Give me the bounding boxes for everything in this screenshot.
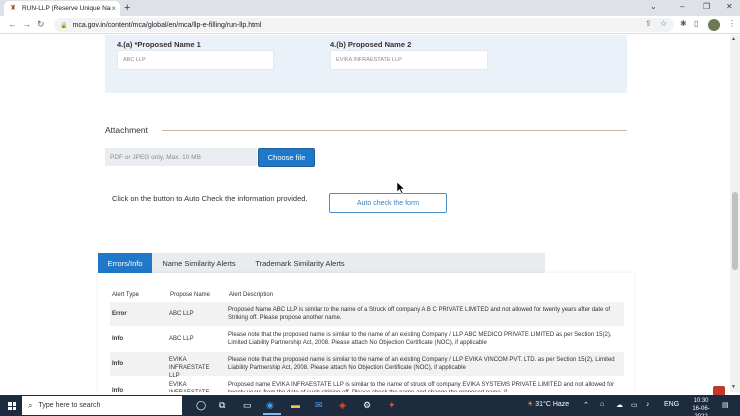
file-input[interactable]: PDF or JPEG only, Max. 10 MB bbox=[105, 148, 257, 166]
tab-name-similarity-alerts[interactable]: Name Similarity Alerts bbox=[157, 253, 241, 273]
mail-icon[interactable]: ✉ bbox=[315, 400, 323, 411]
clock-time: 10:30 bbox=[693, 398, 709, 404]
auto-check-button[interactable]: Auto check the form bbox=[329, 193, 447, 213]
column-header-propose-name: Propose Name bbox=[170, 292, 211, 298]
search-icon: ⌕ bbox=[28, 400, 33, 410]
taskbar-search-placeholder: Type here to search bbox=[38, 402, 101, 409]
weather-text: 31°C Haze bbox=[535, 401, 570, 408]
auto-check-instruction: Click on the button to Auto Check the in… bbox=[112, 194, 308, 203]
sun-icon: ☀ bbox=[527, 401, 534, 408]
new-tab-button[interactable]: + bbox=[124, 2, 130, 14]
bookmark-star-icon[interactable]: ☆ bbox=[660, 19, 667, 28]
column-header-alert-description: Alert Description bbox=[229, 292, 274, 298]
proposed-name-2-label: 4.(b) Proposed Name 2 bbox=[330, 40, 412, 49]
alert-type: Info bbox=[112, 388, 123, 392]
alert-description: Proposed name EVIKA INFRAESTATE LLP is s… bbox=[228, 382, 615, 392]
url-bar[interactable]: 🔒 mca.gov.in/content/mca/global/en/mca/l… bbox=[54, 18, 674, 32]
attachment-divider bbox=[162, 130, 627, 131]
language-indicator[interactable]: ENG bbox=[664, 401, 679, 408]
search-highlight-icon[interactable]: ⛰ bbox=[158, 400, 166, 411]
proposed-name-2-input[interactable]: EVIKA INFRAESTATE LLP bbox=[330, 50, 488, 70]
table-row: Info ABC LLP Please note that the propos… bbox=[110, 327, 624, 351]
taskbar-clock[interactable]: 10:30 16-06-2022 bbox=[686, 397, 716, 416]
teams-chat-icon[interactable]: ▭ bbox=[243, 400, 252, 411]
battery-icon[interactable]: ▭ bbox=[631, 401, 638, 409]
tab-title: RUN-LLP (Reserve Unique Name) bbox=[22, 5, 111, 12]
propose-name: ABC LLP bbox=[169, 336, 194, 342]
chrome-icon[interactable]: ◉ bbox=[266, 400, 274, 411]
tab-errors-info[interactable]: Errors/Info bbox=[98, 253, 152, 273]
propose-name: EVIKA INFRAESTATE LLP bbox=[169, 382, 209, 392]
mouse-cursor-icon bbox=[397, 182, 405, 194]
extensions-icon[interactable]: ✱ bbox=[680, 19, 687, 28]
alert-description: Please note that the proposed name is si… bbox=[228, 332, 612, 346]
table-row: Info EVIKA INFRAESTATE LLP Please note t… bbox=[110, 352, 624, 379]
screen: ♜ RUN-LLP (Reserve Unique Name) × + ⌄ – … bbox=[0, 0, 740, 416]
minimize-button[interactable]: – bbox=[680, 2, 684, 11]
pdf-reader-icon[interactable]: ◈ bbox=[339, 400, 346, 411]
reload-icon[interactable]: ↻ bbox=[37, 19, 45, 30]
alert-description: Proposed Name ABC LLP is similar to the … bbox=[228, 307, 611, 321]
volume-icon[interactable]: ♪ bbox=[646, 401, 650, 408]
acrobat-icon[interactable]: ✦ bbox=[388, 400, 396, 411]
notifications-icon[interactable]: ▤ bbox=[722, 401, 729, 409]
tab-close-icon[interactable]: × bbox=[111, 4, 116, 13]
browser-tab[interactable]: ♜ RUN-LLP (Reserve Unique Name) × bbox=[4, 1, 120, 16]
alert-type: Error bbox=[112, 311, 127, 317]
active-app-indicator bbox=[263, 413, 281, 415]
maximize-button[interactable]: ❐ bbox=[703, 2, 710, 11]
back-icon[interactable]: ← bbox=[8, 19, 17, 29]
side-panel-icon[interactable]: ▯ bbox=[694, 19, 698, 28]
url-text: mca.gov.in/content/mca/global/en/mca/llp… bbox=[72, 21, 262, 29]
share-icon[interactable]: ⇪ bbox=[645, 19, 652, 28]
proposed-name-1-input[interactable]: ABC LLP bbox=[117, 50, 274, 70]
menu-kebab-icon[interactable]: ⋮ bbox=[728, 19, 736, 28]
scrollbar-thumb[interactable] bbox=[732, 192, 738, 270]
weather-widget[interactable]: ☀ 31°C Haze bbox=[527, 400, 569, 408]
mca-emblem-icon: ♜ bbox=[10, 4, 17, 12]
alert-type: Info bbox=[112, 361, 123, 367]
cortana-icon[interactable]: ◯ bbox=[196, 400, 206, 411]
page-content: 4.(a) *Proposed Name 1 ABC LLP 4.(b) Pro… bbox=[0, 35, 730, 392]
settings-gear-icon[interactable]: ⚙ bbox=[363, 400, 371, 411]
alert-description: Please note that the proposed name is si… bbox=[228, 357, 615, 371]
tab-trademark-similarity-alerts[interactable]: Trademark Similarity Alerts bbox=[248, 253, 352, 273]
browser-tab-strip: ♜ RUN-LLP (Reserve Unique Name) × + ⌄ – … bbox=[0, 0, 740, 16]
windows-start-icon[interactable] bbox=[8, 402, 16, 410]
forward-icon[interactable]: → bbox=[22, 19, 31, 29]
clock-date: 16-06-2022 bbox=[692, 406, 710, 416]
network-icon[interactable]: ⌂ bbox=[600, 401, 604, 408]
alert-type: Info bbox=[112, 336, 123, 342]
table-row: Error ABC LLP Proposed Name ABC LLP is s… bbox=[110, 302, 624, 326]
propose-name: ABC LLP bbox=[169, 311, 194, 317]
close-window-button[interactable]: ✕ bbox=[726, 2, 733, 11]
scroll-up-icon[interactable]: ▲ bbox=[731, 36, 736, 42]
choose-file-button[interactable]: Choose file bbox=[258, 148, 315, 167]
column-header-alert-type: Alert Type bbox=[112, 292, 139, 298]
task-view-icon[interactable]: ⧉ bbox=[219, 400, 225, 411]
cloud-icon[interactable]: ☁ bbox=[616, 401, 623, 409]
chevron-up-icon[interactable]: ⌃ bbox=[583, 401, 589, 409]
proposed-name-1-label: 4.(a) *Proposed Name 1 bbox=[117, 40, 201, 49]
file-explorer-icon[interactable]: ▬ bbox=[291, 400, 300, 411]
lock-icon: 🔒 bbox=[60, 22, 68, 29]
profile-avatar[interactable] bbox=[708, 19, 720, 31]
attachment-heading: Attachment bbox=[105, 125, 148, 135]
scroll-down-icon[interactable]: ▼ bbox=[731, 384, 736, 390]
address-bar-row: ← → ↻ 🔒 mca.gov.in/content/mca/global/en… bbox=[0, 16, 740, 34]
tab-search-icon[interactable]: ⌄ bbox=[650, 2, 657, 11]
table-row: Info EVIKA INFRAESTATE LLP Proposed name… bbox=[110, 377, 624, 392]
